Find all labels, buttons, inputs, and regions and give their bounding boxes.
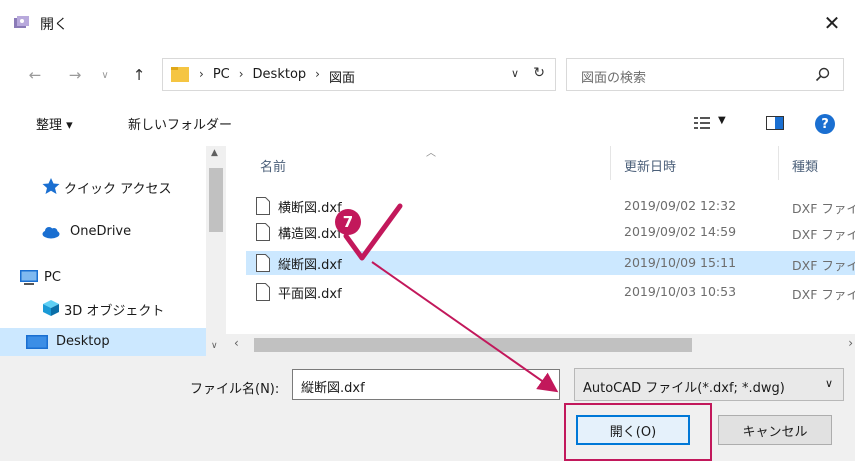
- app-icon: [14, 16, 29, 28]
- arrow-right-icon: →: [68, 66, 82, 84]
- search-box[interactable]: 図面の検索: [566, 58, 844, 91]
- arrow-up-icon: ↑: [132, 66, 146, 84]
- chevron-down-icon: ∨: [824, 377, 833, 390]
- sidebar-item-label: OneDrive: [70, 224, 132, 239]
- file-name: 縦断図.dxf: [278, 258, 342, 273]
- sidebar-item-pc[interactable]: PC: [0, 264, 206, 292]
- file-row[interactable]: 平面図.dxf 2019/10/03 10:53 DXF ファイル: [246, 280, 855, 304]
- open-button[interactable]: 開く(O): [576, 415, 690, 445]
- file-date: 2019/09/02 12:32: [624, 198, 737, 213]
- breadcrumb-chevron-icon: ›: [315, 67, 320, 81]
- filename-value: 縦断図.dxf: [301, 381, 365, 396]
- view-options-icon[interactable]: [694, 116, 710, 130]
- back-button[interactable]: ←: [24, 64, 46, 86]
- sidebar-item-onedrive[interactable]: OneDrive: [0, 218, 206, 246]
- address-dropdown-icon[interactable]: ∨: [511, 67, 519, 80]
- filename-label: ファイル名(N):: [190, 382, 280, 397]
- window-title: 開く: [40, 17, 68, 33]
- arrow-left-icon: ←: [28, 66, 42, 84]
- breadcrumb: › PC › Desktop › 図面: [199, 67, 355, 86]
- column-header-date[interactable]: 更新日時: [624, 156, 676, 175]
- sidebar-item-label: PC: [44, 270, 61, 285]
- chevron-down-icon: ∨: [101, 69, 109, 81]
- cloud-icon: [42, 227, 60, 239]
- breadcrumb-desktop[interactable]: Desktop: [253, 67, 307, 86]
- column-header-name[interactable]: 名前: [260, 156, 286, 175]
- file-type: DXF ファイル: [792, 258, 855, 273]
- file-date: 2019/10/03 10:53: [624, 284, 737, 299]
- view-dropdown-icon[interactable]: ▼: [718, 115, 726, 126]
- open-button-label: 開く(O): [609, 424, 657, 440]
- forward-button[interactable]: →: [64, 64, 86, 86]
- file-date: 2019/10/09 15:11: [624, 255, 737, 270]
- scrollbar-thumb[interactable]: [209, 168, 223, 232]
- file-name: 平面図.dxf: [278, 287, 342, 302]
- organize-button[interactable]: 整理 ▾: [36, 114, 73, 133]
- title-bar: 開く ✕: [0, 0, 855, 46]
- file-type: DXF ファイル: [792, 201, 855, 216]
- scroll-right-icon[interactable]: ›: [848, 336, 853, 350]
- breadcrumb-drawings[interactable]: 図面: [329, 67, 355, 86]
- file-name: 構造図.dxf: [278, 227, 342, 242]
- preview-pane-icon[interactable]: [766, 116, 784, 130]
- sidebar-item-label: Desktop: [56, 334, 110, 349]
- file-name: 横断図.dxf: [278, 201, 342, 216]
- cube-icon: [43, 300, 59, 316]
- sidebar-scrollbar[interactable]: ▲ ∨: [206, 146, 226, 356]
- file-type-select[interactable]: AutoCAD ファイル(*.dxf; *.dwg) ∨: [574, 368, 844, 401]
- dialog-footer: ファイル名(N): 縦断図.dxf AutoCAD ファイル(*.dxf; *.…: [0, 356, 855, 461]
- file-row-selected[interactable]: 縦断図.dxf 2019/10/09 15:11 DXF ファイル: [246, 251, 855, 275]
- breadcrumb-chevron-icon: ›: [238, 67, 244, 81]
- file-icon: [256, 254, 270, 272]
- file-date: 2019/09/02 14:59: [624, 224, 737, 239]
- file-icon: [256, 223, 270, 241]
- sidebar-item-desktop[interactable]: Desktop: [0, 328, 206, 356]
- file-list-horizontal-scrollbar[interactable]: ‹ ›: [226, 334, 855, 356]
- filename-input[interactable]: 縦断図.dxf: [292, 369, 560, 400]
- address-row: ← → ∨ ↑ › PC › Desktop › 図面 ∨ ↻ 図面の検索: [0, 58, 855, 92]
- sidebar-item-label: クイック アクセス: [64, 182, 172, 197]
- file-icon: [256, 283, 270, 301]
- navigation-pane: クイック アクセス OneDrive PC 3D オブジェクト Desktop: [0, 146, 206, 356]
- refresh-icon[interactable]: ↻: [533, 65, 545, 81]
- scroll-left-icon[interactable]: ‹: [234, 336, 239, 350]
- sidebar-item-quick-access[interactable]: クイック アクセス: [0, 172, 206, 200]
- file-list: 名前 ︿ 更新日時 種類 横断図.dxf 2019/09/02 12:32 DX…: [226, 146, 855, 334]
- breadcrumb-pc[interactable]: PC: [213, 67, 230, 86]
- file-type: DXF ファイル: [792, 227, 855, 242]
- file-type-value: AutoCAD ファイル(*.dxf; *.dwg): [583, 381, 785, 396]
- sidebar-item-label: 3D オブジェクト: [64, 304, 165, 319]
- column-header-type[interactable]: 種類: [792, 156, 818, 175]
- command-bar: 整理 ▾ 新しいフォルダー ▼ ?: [0, 104, 855, 142]
- computer-icon: [20, 270, 38, 285]
- up-button[interactable]: ↑: [128, 64, 150, 86]
- sort-ascending-icon: ︿: [426, 148, 436, 159]
- step-number-badge: 7: [335, 209, 361, 235]
- close-button[interactable]: ✕: [819, 10, 845, 36]
- close-icon: ✕: [823, 11, 841, 35]
- folder-icon: [171, 67, 189, 82]
- star-icon: [42, 178, 60, 194]
- search-placeholder: 図面の検索: [581, 71, 647, 86]
- help-icon[interactable]: ?: [815, 114, 835, 134]
- column-divider[interactable]: [610, 146, 611, 180]
- breadcrumb-chevron-icon: ›: [199, 67, 204, 81]
- sidebar-item-3d-objects[interactable]: 3D オブジェクト: [0, 294, 206, 322]
- desktop-icon: [26, 335, 48, 349]
- file-type: DXF ファイル: [792, 287, 855, 302]
- new-folder-button[interactable]: 新しいフォルダー: [128, 114, 232, 133]
- column-divider[interactable]: [778, 146, 779, 180]
- search-icon: [815, 67, 830, 82]
- address-bar[interactable]: › PC › Desktop › 図面 ∨ ↻: [162, 58, 556, 91]
- cancel-button-label: キャンセル: [742, 424, 808, 440]
- cancel-button[interactable]: キャンセル: [718, 415, 832, 445]
- scroll-down-icon[interactable]: ∨: [211, 341, 218, 351]
- recent-locations-button[interactable]: ∨: [94, 64, 116, 86]
- scroll-up-icon[interactable]: ▲: [211, 148, 218, 158]
- scrollbar-thumb[interactable]: [254, 338, 692, 352]
- file-icon: [256, 197, 270, 215]
